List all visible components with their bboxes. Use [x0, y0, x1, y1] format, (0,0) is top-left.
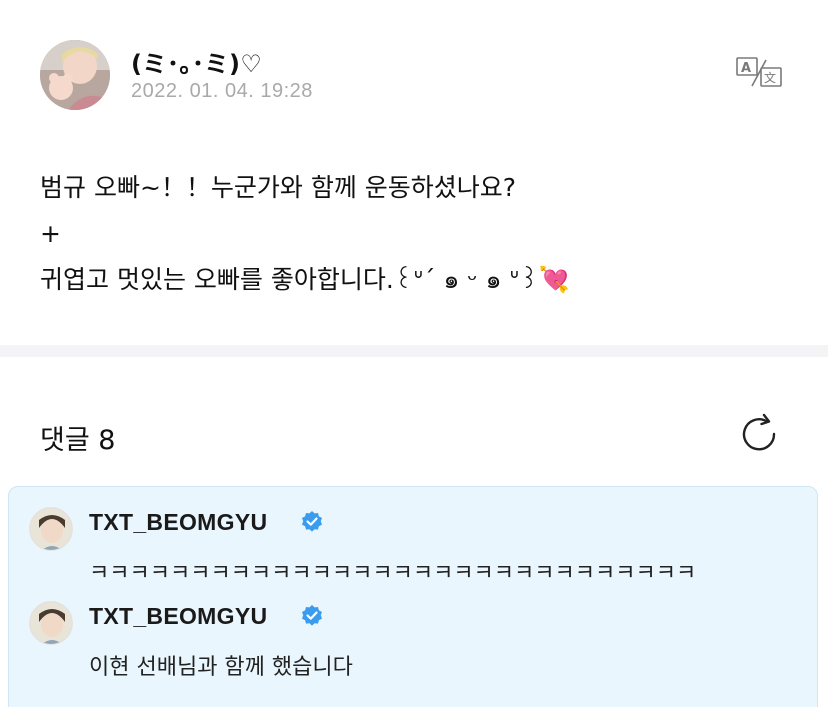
comment-text: ㅋㅋㅋㅋㅋㅋㅋㅋㅋㅋㅋㅋㅋㅋㅋㅋㅋㅋㅋㅋㅋㅋㅋㅋㅋㅋㅋㅋㅋㅋ: [89, 561, 697, 586]
comment-text: 이현 선배님과 함께 했습니다: [89, 655, 353, 680]
comment-item: TXT_BEOMGYU ㅋㅋㅋㅋㅋㅋㅋㅋㅋㅋㅋㅋㅋㅋㅋㅋㅋㅋㅋㅋㅋㅋㅋㅋㅋㅋㅋㅋ…: [9, 505, 809, 595]
post-body: 범규 오빠~！！누군가와 함께 운동하셨나요? + 귀엽고 멋있는 오빠를 좋아…: [40, 165, 800, 303]
svg-text:A: A: [741, 61, 751, 76]
comment-reply-item: TXT_BEOMGYU 이현 선배님과 함께 했습니다: [9, 599, 809, 689]
refresh-icon: [742, 413, 776, 451]
commenter-avatar[interactable]: [29, 601, 73, 645]
section-divider: [0, 345, 828, 357]
post-detail-page: (ミ･｡･ミ)♡ 2022. 01. 04. 19:28 A 文 범규 오빠~！…: [0, 0, 828, 707]
commenter-name[interactable]: TXT_BEOMGYU: [89, 603, 267, 630]
commenter-name[interactable]: TXT_BEOMGYU: [89, 509, 267, 536]
commenter-avatar[interactable]: [29, 507, 73, 551]
post-body-line: 범규 오빠~！！누군가와 함께 운동하셨나요?: [40, 173, 517, 202]
translate-button[interactable]: A 文: [735, 54, 785, 90]
post-body-line: 귀엽고 멋있는 오빠를 좋아합니다.꒰ᐡ´ ๑ ᵕ ๑ ᐡ꒱💘: [40, 265, 570, 294]
highlighted-comment-thread: TXT_BEOMGYU ㅋㅋㅋㅋㅋㅋㅋㅋㅋㅋㅋㅋㅋㅋㅋㅋㅋㅋㅋㅋㅋㅋㅋㅋㅋㅋㅋㅋ…: [8, 486, 818, 707]
translate-icon: A 文: [736, 57, 782, 87]
post-header: (ミ･｡･ミ)♡ 2022. 01. 04. 19:28 A 文: [40, 40, 800, 112]
author-name[interactable]: (ミ･｡･ミ)♡: [131, 44, 262, 79]
author-avatar[interactable]: [40, 40, 110, 110]
verified-badge-icon: [300, 604, 324, 628]
svg-text:文: 文: [764, 70, 776, 85]
post-timestamp: 2022. 01. 04. 19:28: [131, 80, 313, 102]
comments-count-label: 댓글 8: [40, 425, 116, 456]
refresh-button[interactable]: [738, 412, 782, 456]
post-body-line: +: [40, 219, 61, 248]
verified-badge-icon: [300, 510, 324, 534]
